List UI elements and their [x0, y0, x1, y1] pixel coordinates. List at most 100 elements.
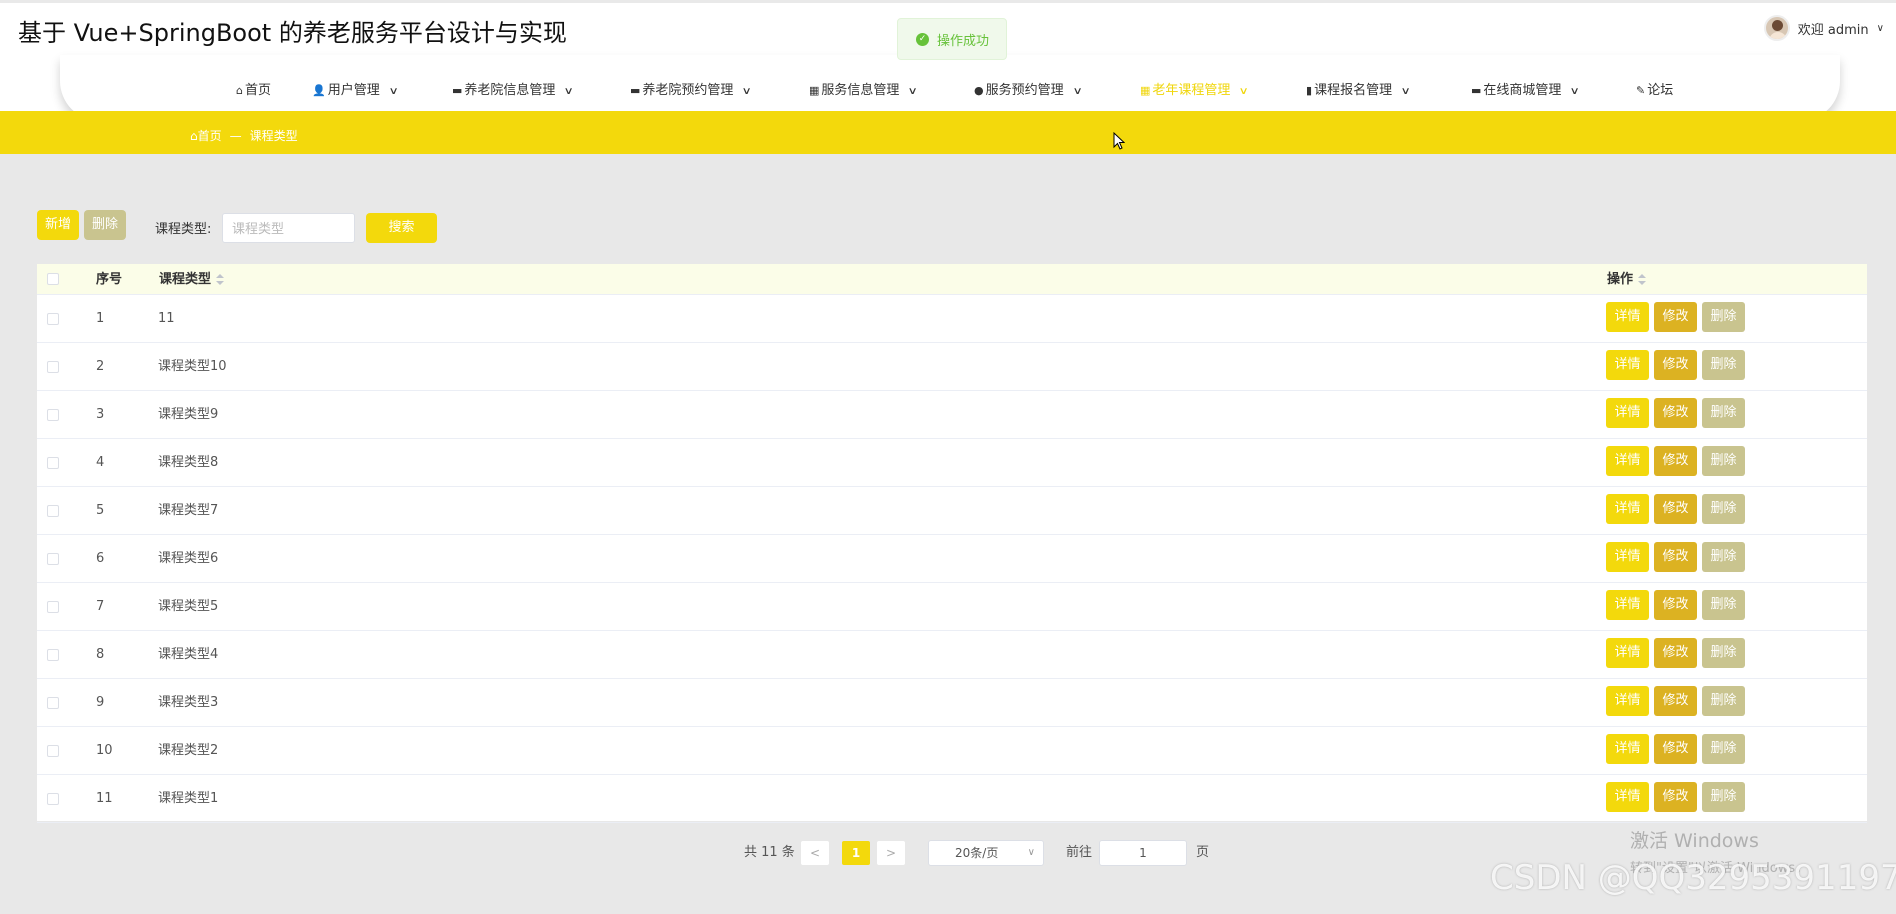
- next-page-button[interactable]: >: [877, 841, 905, 865]
- batch-delete-button[interactable]: 删除: [84, 210, 126, 240]
- nav-item-3[interactable]: ▬ 养老院预约管理 ∨: [630, 76, 752, 107]
- delete-button[interactable]: 删除: [1702, 686, 1745, 716]
- header-type[interactable]: 课程类型: [159, 264, 225, 295]
- user-menu[interactable]: 欢迎 admin ∨: [1763, 15, 1884, 41]
- row-checkbox[interactable]: [47, 457, 59, 469]
- nav-item-label[interactable]: 首页: [245, 83, 271, 98]
- add-button[interactable]: 新增: [37, 210, 79, 240]
- breadcrumb: ⌂首页 — 课程类型: [190, 127, 298, 144]
- row-checkbox[interactable]: [47, 505, 59, 517]
- edit-button[interactable]: 修改: [1654, 302, 1697, 332]
- page-size-select[interactable]: 20条/页 ∨: [928, 840, 1044, 866]
- select-all-checkbox[interactable]: [47, 273, 59, 285]
- nav-item-label[interactable]: 养老院信息管理: [464, 83, 555, 98]
- welcome-text[interactable]: 欢迎 admin: [1798, 19, 1869, 38]
- detail-button[interactable]: 详情: [1606, 446, 1649, 476]
- avatar[interactable]: [1763, 15, 1790, 41]
- edit-button[interactable]: 修改: [1654, 734, 1697, 764]
- nav-item-1[interactable]: 👤 用户管理 ∨: [312, 76, 399, 107]
- edit-button[interactable]: 修改: [1654, 446, 1697, 476]
- detail-button[interactable]: 详情: [1606, 782, 1649, 812]
- delete-button[interactable]: 删除: [1702, 398, 1745, 428]
- row-checkbox[interactable]: [47, 601, 59, 613]
- delete-button[interactable]: 删除: [1702, 350, 1745, 380]
- detail-button[interactable]: 详情: [1606, 494, 1649, 524]
- nav-item-4[interactable]: ▦ 服务信息管理 ∨: [809, 76, 918, 107]
- delete-button[interactable]: 删除: [1702, 590, 1745, 620]
- goto-page-input[interactable]: 1: [1099, 840, 1187, 866]
- search-button[interactable]: 搜索: [366, 213, 437, 243]
- nav-item-8[interactable]: ▬ 在线商城管理 ∨: [1471, 76, 1580, 107]
- chevron-down-icon[interactable]: ∨: [908, 77, 918, 107]
- page-size-value[interactable]: 20条/页: [955, 846, 998, 860]
- header-type-label[interactable]: 课程类型: [159, 272, 211, 287]
- chevron-down-icon[interactable]: ∨: [564, 77, 574, 107]
- header-actions-label[interactable]: 操作: [1607, 272, 1633, 287]
- edit-button[interactable]: 修改: [1654, 542, 1697, 572]
- prev-page-button[interactable]: <: [801, 841, 829, 865]
- nav-item-label[interactable]: 老年课程管理: [1152, 83, 1230, 98]
- nav-item-9[interactable]: ✎ 论坛: [1636, 76, 1673, 106]
- sort-icon[interactable]: [216, 273, 225, 286]
- detail-button[interactable]: 详情: [1606, 398, 1649, 428]
- detail-button[interactable]: 详情: [1606, 734, 1649, 764]
- row-checkbox[interactable]: [47, 745, 59, 757]
- chevron-down-icon[interactable]: ∨: [1877, 23, 1884, 34]
- delete-button[interactable]: 删除: [1702, 734, 1745, 764]
- row-checkbox[interactable]: [47, 361, 59, 373]
- chevron-down-icon[interactable]: ∨: [1401, 77, 1411, 107]
- nav-item-label[interactable]: 用户管理: [328, 83, 380, 98]
- chevron-down-icon[interactable]: ∨: [1028, 841, 1035, 865]
- edit-button[interactable]: 修改: [1654, 494, 1697, 524]
- row-checkbox[interactable]: [47, 553, 59, 565]
- header-actions[interactable]: 操作: [1607, 264, 1647, 295]
- detail-button[interactable]: 详情: [1606, 542, 1649, 572]
- chevron-down-icon[interactable]: ∨: [388, 77, 398, 107]
- edit-button[interactable]: 修改: [1654, 350, 1697, 380]
- nav-item-label[interactable]: 在线商城管理: [1483, 83, 1561, 98]
- chevron-down-icon[interactable]: ∨: [1570, 77, 1580, 107]
- nav-item-label[interactable]: 服务信息管理: [821, 83, 899, 98]
- delete-button[interactable]: 删除: [1702, 302, 1745, 332]
- nav-item-7[interactable]: ▮ 课程报名管理 ∨: [1306, 76, 1411, 107]
- nav-item-0[interactable]: ⌂ 首页: [236, 76, 271, 106]
- sort-icon[interactable]: [1638, 273, 1647, 286]
- nav-item-label[interactable]: 课程报名管理: [1314, 83, 1392, 98]
- delete-button[interactable]: 删除: [1702, 446, 1745, 476]
- nav-item-label[interactable]: 服务预约管理: [986, 83, 1064, 98]
- detail-button[interactable]: 详情: [1606, 590, 1649, 620]
- edit-button[interactable]: 修改: [1654, 782, 1697, 812]
- chevron-down-icon[interactable]: ∨: [1072, 77, 1082, 107]
- row-checkbox[interactable]: [47, 313, 59, 325]
- nav-item-2[interactable]: ▬ 养老院信息管理 ∨: [452, 76, 574, 107]
- chevron-down-icon[interactable]: ∨: [742, 77, 752, 107]
- delete-button[interactable]: 删除: [1702, 638, 1745, 668]
- breadcrumb-home[interactable]: ⌂首页: [190, 127, 222, 144]
- row-index: 6: [96, 551, 105, 566]
- nav-item-label[interactable]: 论坛: [1647, 83, 1673, 98]
- nav-item-5[interactable]: ● 服务预约管理 ∨: [974, 76, 1082, 107]
- delete-button[interactable]: 删除: [1702, 782, 1745, 812]
- search-input[interactable]: [222, 213, 355, 243]
- edit-button[interactable]: 修改: [1654, 398, 1697, 428]
- edit-button[interactable]: 修改: [1654, 590, 1697, 620]
- detail-button[interactable]: 详情: [1606, 302, 1649, 332]
- row-checkbox[interactable]: [47, 649, 59, 661]
- detail-button[interactable]: 详情: [1606, 350, 1649, 380]
- search-label: 课程类型:: [155, 222, 212, 237]
- row-checkbox[interactable]: [47, 409, 59, 421]
- delete-button[interactable]: 删除: [1702, 542, 1745, 572]
- row-checkbox[interactable]: [47, 697, 59, 709]
- delete-button[interactable]: 删除: [1702, 494, 1745, 524]
- nav-item-6[interactable]: ▦ 老年课程管理 ∨: [1140, 76, 1249, 107]
- row-checkbox[interactable]: [47, 793, 59, 805]
- page-1-button[interactable]: 1: [842, 841, 870, 865]
- detail-button[interactable]: 详情: [1606, 686, 1649, 716]
- detail-button[interactable]: 详情: [1606, 638, 1649, 668]
- chevron-down-icon[interactable]: ∨: [1239, 77, 1249, 107]
- nav-item-label[interactable]: 养老院预约管理: [642, 83, 733, 98]
- edit-button[interactable]: 修改: [1654, 686, 1697, 716]
- edit-button[interactable]: 修改: [1654, 638, 1697, 668]
- check-icon: ✓: [916, 32, 929, 46]
- breadcrumb-home-label[interactable]: 首页: [198, 129, 222, 143]
